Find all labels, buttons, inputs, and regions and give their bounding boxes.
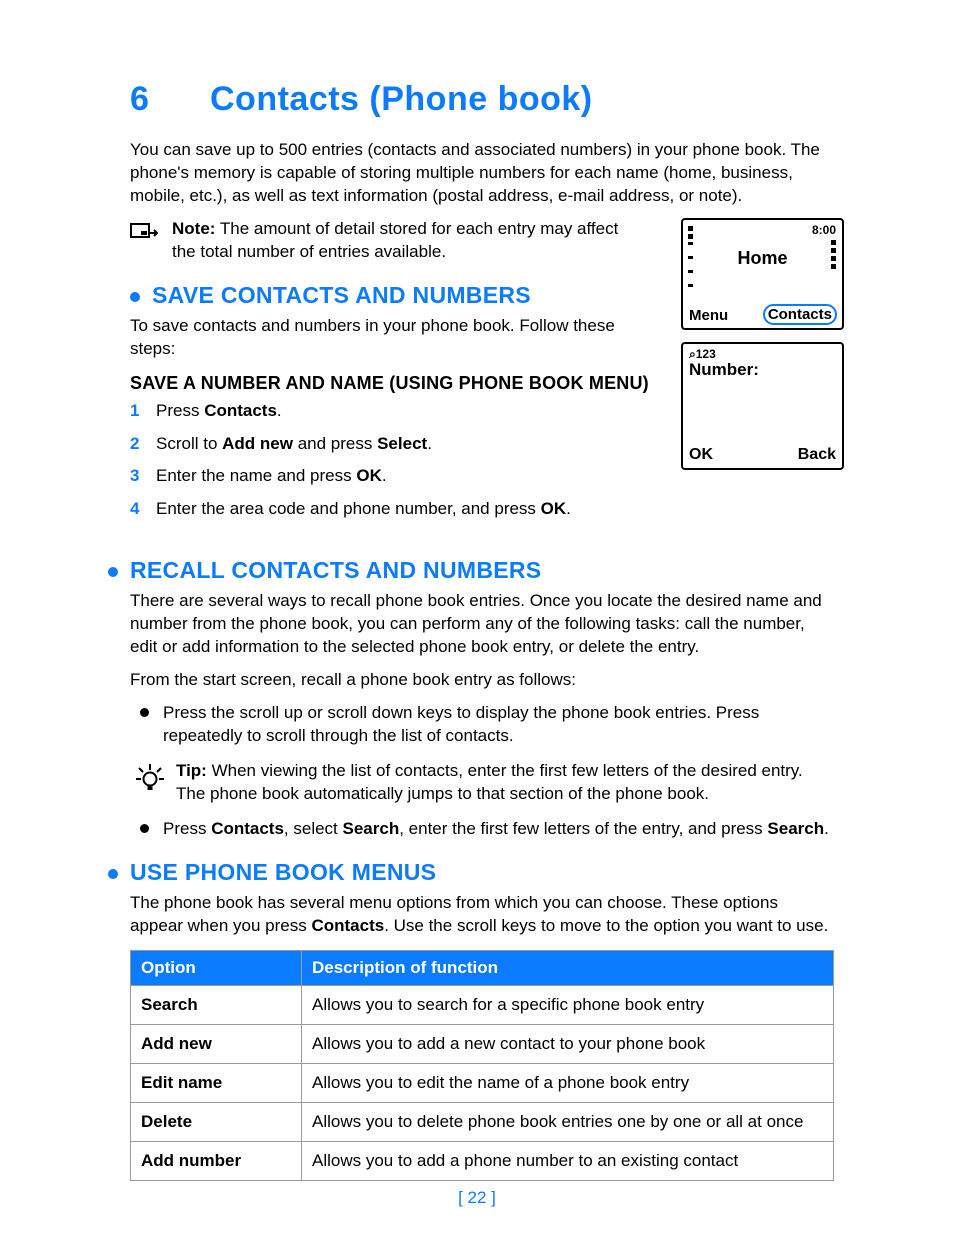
page-number: [ 22 ] [0,1188,954,1208]
phone-title: Home [683,248,842,269]
section-recall: RECALL CONTACTS AND NUMBERS [130,557,541,584]
note-icon [130,222,158,244]
table-row: DeleteAllows you to delete phone book en… [131,1102,834,1141]
list-item: Press the scroll up or scroll down keys … [130,702,834,748]
phone-time: 8:00 [812,223,836,237]
bullet-icon [130,292,140,302]
chapter-title: 6Contacts (Phone book) [130,80,834,119]
note-text: The amount of detail stored for each ent… [172,219,618,261]
bullet-icon [108,567,118,577]
save-intro: To save contacts and numbers in your pho… [130,315,640,361]
options-table: Option Description of function SearchAll… [130,950,834,1181]
recall-p1: There are several ways to recall phone b… [130,590,834,659]
section-menus: USE PHONE BOOK MENUS [130,859,436,886]
softkey-left: OK [689,446,713,464]
step-item: 3Enter the name and press OK. [130,465,665,488]
recall-p2: From the start screen, recall a phone bo… [130,669,834,692]
step-item: 2Scroll to Add new and press Select. [130,433,665,456]
number-label: Number: [689,360,759,380]
phone-screen-number: ⌕123 Number: OK Back [681,342,844,470]
table-row: Add numberAllows you to add a phone numb… [131,1141,834,1180]
table-row: Edit nameAllows you to edit the name of … [131,1063,834,1102]
lightbulb-icon [134,762,166,792]
table-row: SearchAllows you to search for a specifi… [131,985,834,1024]
bullet-icon [140,824,149,833]
note-label: Note: [172,219,215,238]
tip-text: When viewing the list of contacts, enter… [176,761,803,803]
column-option: Option [131,950,302,985]
table-header-row: Option Description of function [131,950,834,985]
softkey-right: Contacts [763,304,837,325]
phone-screen-home: 8:00 Home Menu Contacts [681,218,844,330]
step-item: 4Enter the area code and phone number, a… [130,498,834,521]
menus-paragraph: The phone book has several menu options … [130,892,834,938]
section-save: SAVE CONTACTS AND NUMBERS [152,282,531,309]
step-item: 1Press Contacts. [130,400,665,423]
tip-label: Tip: [176,761,207,780]
note-callout: Note: The amount of detail stored for ea… [130,218,630,264]
chapter-number: 6 [130,80,210,119]
bullet-icon [140,708,149,717]
list-item: Press Contacts, select Search, enter the… [130,818,834,841]
softkey-right: Back [798,446,836,464]
chapter-name: Contacts (Phone book) [210,80,593,118]
intro-paragraph: You can save up to 500 entries (contacts… [130,139,834,208]
column-description: Description of function [302,950,834,985]
bullet-icon [108,869,118,879]
table-row: Add newAllows you to add a new contact t… [131,1024,834,1063]
softkey-left: Menu [689,307,728,324]
tip-callout: Tip: When viewing the list of contacts, … [130,760,834,806]
